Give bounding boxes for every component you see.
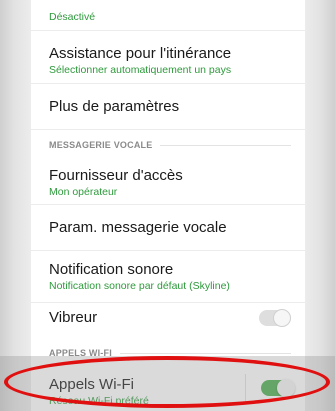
settings-item-title: Plus de paramètres: [49, 98, 180, 115]
toggle-knob: [277, 379, 295, 397]
section-divider: [160, 144, 291, 146]
wifi-calling-toggle[interactable]: [261, 379, 295, 397]
settings-item-subtitle: Réseau Wi-Fi préféré: [49, 395, 149, 407]
vibrate-toggle[interactable]: [259, 309, 291, 327]
settings-item-subtitle: Notification sonore par défaut (Skyline): [49, 280, 230, 292]
settings-item-title: Assistance pour l'itinérance: [49, 45, 232, 62]
section-divider: [119, 352, 291, 354]
settings-item-partial[interactable]: Désactivé: [31, 0, 305, 31]
toggle-knob: [273, 309, 291, 327]
settings-item-provider[interactable]: Fournisseur d'accès Mon opérateur: [31, 155, 305, 205]
settings-item-subtitle: Désactivé: [49, 11, 96, 23]
section-header-voicemail: MESSAGERIE VOCALE: [49, 140, 291, 150]
section-header-label: APPELS WI-FI: [49, 348, 112, 358]
section-header-wifi-calling: APPELS WI-FI: [49, 348, 291, 358]
settings-item-title: Notification sonore: [49, 261, 174, 278]
settings-item-sound-notification[interactable]: Notification sonore Notification sonore …: [31, 251, 305, 303]
settings-item-roaming-assistance[interactable]: Assistance pour l'itinérance Sélectionne…: [31, 31, 305, 84]
settings-item-voicemail-settings[interactable]: Param. messagerie vocale: [31, 205, 305, 251]
call-settings-screen: Désactivé Assistance pour l'itinérance S…: [31, 0, 305, 411]
settings-item-more-settings[interactable]: Plus de paramètres: [31, 84, 305, 130]
settings-item-title: Param. messagerie vocale: [49, 219, 227, 236]
settings-item-title: Fournisseur d'accès: [49, 167, 183, 184]
device-frame: Désactivé Assistance pour l'itinérance S…: [0, 0, 335, 411]
switch-divider: [245, 374, 246, 402]
settings-item-subtitle: Mon opérateur: [49, 186, 118, 198]
settings-item-subtitle: Sélectionner automatiquement un pays: [49, 64, 232, 76]
section-header-label: MESSAGERIE VOCALE: [49, 140, 153, 150]
